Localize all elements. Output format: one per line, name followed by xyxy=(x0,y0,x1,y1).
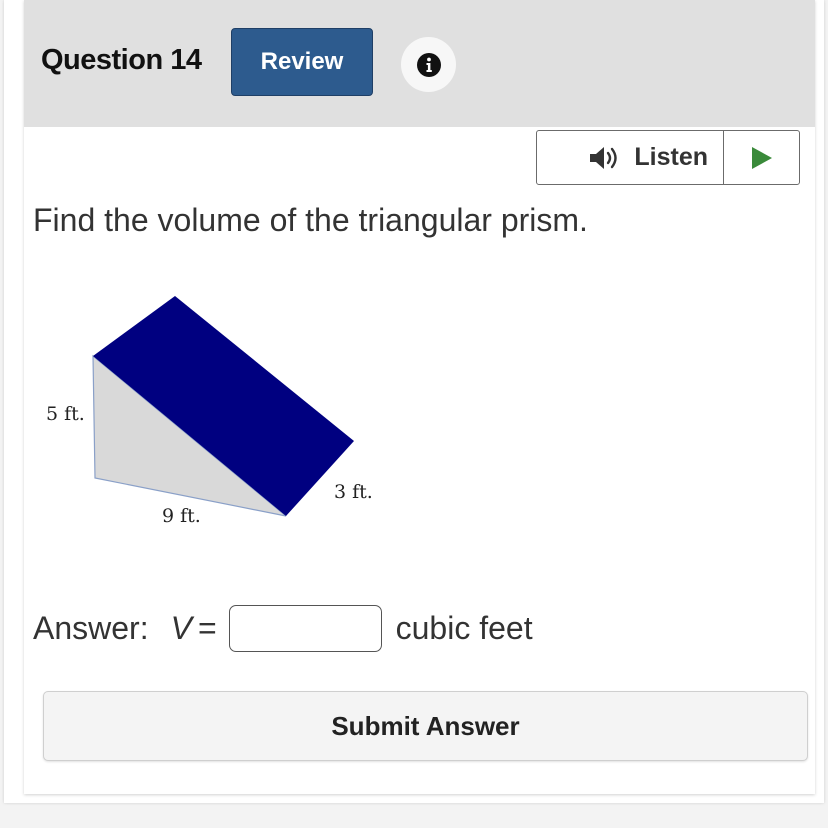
answer-unit: cubic feet xyxy=(395,609,533,646)
review-button[interactable]: Review xyxy=(231,28,373,96)
question-card: Question 14 Review Listen Find the volum… xyxy=(24,0,815,794)
listen-label: Listen xyxy=(634,143,708,171)
listen-button[interactable]: Listen xyxy=(537,131,724,184)
speaker-icon xyxy=(590,146,618,169)
info-icon xyxy=(416,52,441,77)
question-title: Question 14 xyxy=(41,44,202,76)
play-button[interactable] xyxy=(724,131,799,184)
triangular-prism-figure: 5 ft. 9 ft. 3 ft. xyxy=(46,296,373,527)
answer-variable: V xyxy=(170,609,192,646)
answer-row: Answer: V = cubic feet xyxy=(33,603,533,653)
base-label: 9 ft. xyxy=(162,505,201,527)
answer-label: Answer: xyxy=(33,609,149,646)
question-prompt: Find the volume of the triangular prism. xyxy=(33,202,588,238)
play-icon xyxy=(751,146,772,169)
depth-label: 3 ft. xyxy=(334,481,373,503)
answer-input[interactable] xyxy=(228,604,382,652)
question-header: Question 14 Review xyxy=(24,0,815,127)
info-button[interactable] xyxy=(401,37,456,92)
submit-answer-button[interactable]: Submit Answer xyxy=(43,691,808,761)
answer-equals: = xyxy=(197,609,217,646)
listen-control: Listen xyxy=(536,130,800,185)
height-label: 5 ft. xyxy=(46,403,85,425)
